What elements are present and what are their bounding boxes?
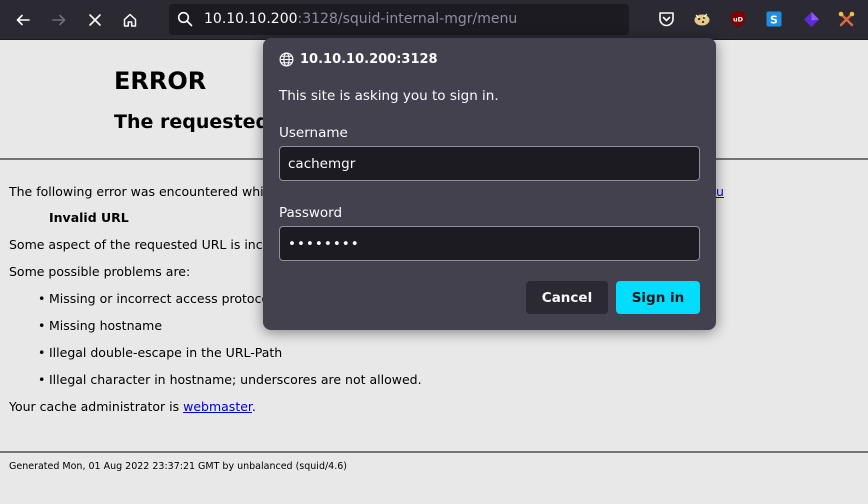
extension-button-1[interactable] — [693, 10, 711, 28]
sign-in-button[interactable]: Sign in — [616, 281, 700, 314]
svg-text:uD: uD — [733, 16, 744, 24]
password-field[interactable]: •••••••• — [279, 226, 700, 261]
home-button[interactable] — [116, 6, 144, 34]
ublock-shield-icon: uD — [731, 11, 745, 27]
url-text: 10.10.10.200:3128/squid-internal-mgr/men… — [204, 11, 517, 27]
password-value: •••••••• — [288, 235, 360, 252]
sign-in-dialog: 10.10.10.200:3128 This site is asking yo… — [263, 38, 716, 330]
arrow-left-icon — [16, 14, 30, 26]
back-button[interactable] — [9, 6, 37, 34]
dialog-origin-text: 10.10.10.200:3128 — [300, 52, 438, 67]
globe-icon — [279, 52, 294, 67]
forward-button[interactable] — [45, 6, 73, 34]
arrow-right-icon — [52, 14, 66, 26]
tools-icon — [838, 11, 854, 26]
url-path: :3128/squid-internal-mgr/menu — [297, 11, 518, 27]
dialog-message: This site is asking you to sign in. — [279, 88, 499, 104]
extension-button-s[interactable]: S — [765, 10, 783, 28]
close-icon — [89, 14, 101, 26]
s-extension-icon: S — [766, 11, 782, 27]
pocket-icon — [658, 12, 674, 27]
username-label: Username — [279, 125, 348, 141]
pocket-button[interactable] — [657, 10, 675, 28]
url-host: 10.10.10.200 — [204, 11, 298, 27]
extension-button-tools[interactable] — [837, 10, 855, 28]
home-icon — [123, 13, 137, 27]
username-value: cachemgr — [288, 155, 356, 172]
dialog-origin: 10.10.10.200:3128 — [279, 52, 438, 67]
svg-text:S: S — [770, 14, 778, 27]
search-icon — [177, 11, 193, 27]
cancel-button[interactable]: Cancel — [526, 281, 608, 314]
cookie-icon — [694, 13, 710, 26]
password-label: Password — [279, 205, 343, 221]
cube-icon — [803, 11, 819, 27]
stop-button[interactable] — [81, 6, 109, 34]
url-bar[interactable]: 10.10.10.200:3128/squid-internal-mgr/men… — [169, 4, 629, 35]
extension-button-cube[interactable] — [802, 10, 820, 28]
username-field[interactable]: cachemgr — [279, 146, 700, 181]
browser-toolbar: 10.10.10.200:3128/squid-internal-mgr/men… — [0, 0, 868, 40]
ublock-button[interactable]: uD — [729, 10, 747, 28]
